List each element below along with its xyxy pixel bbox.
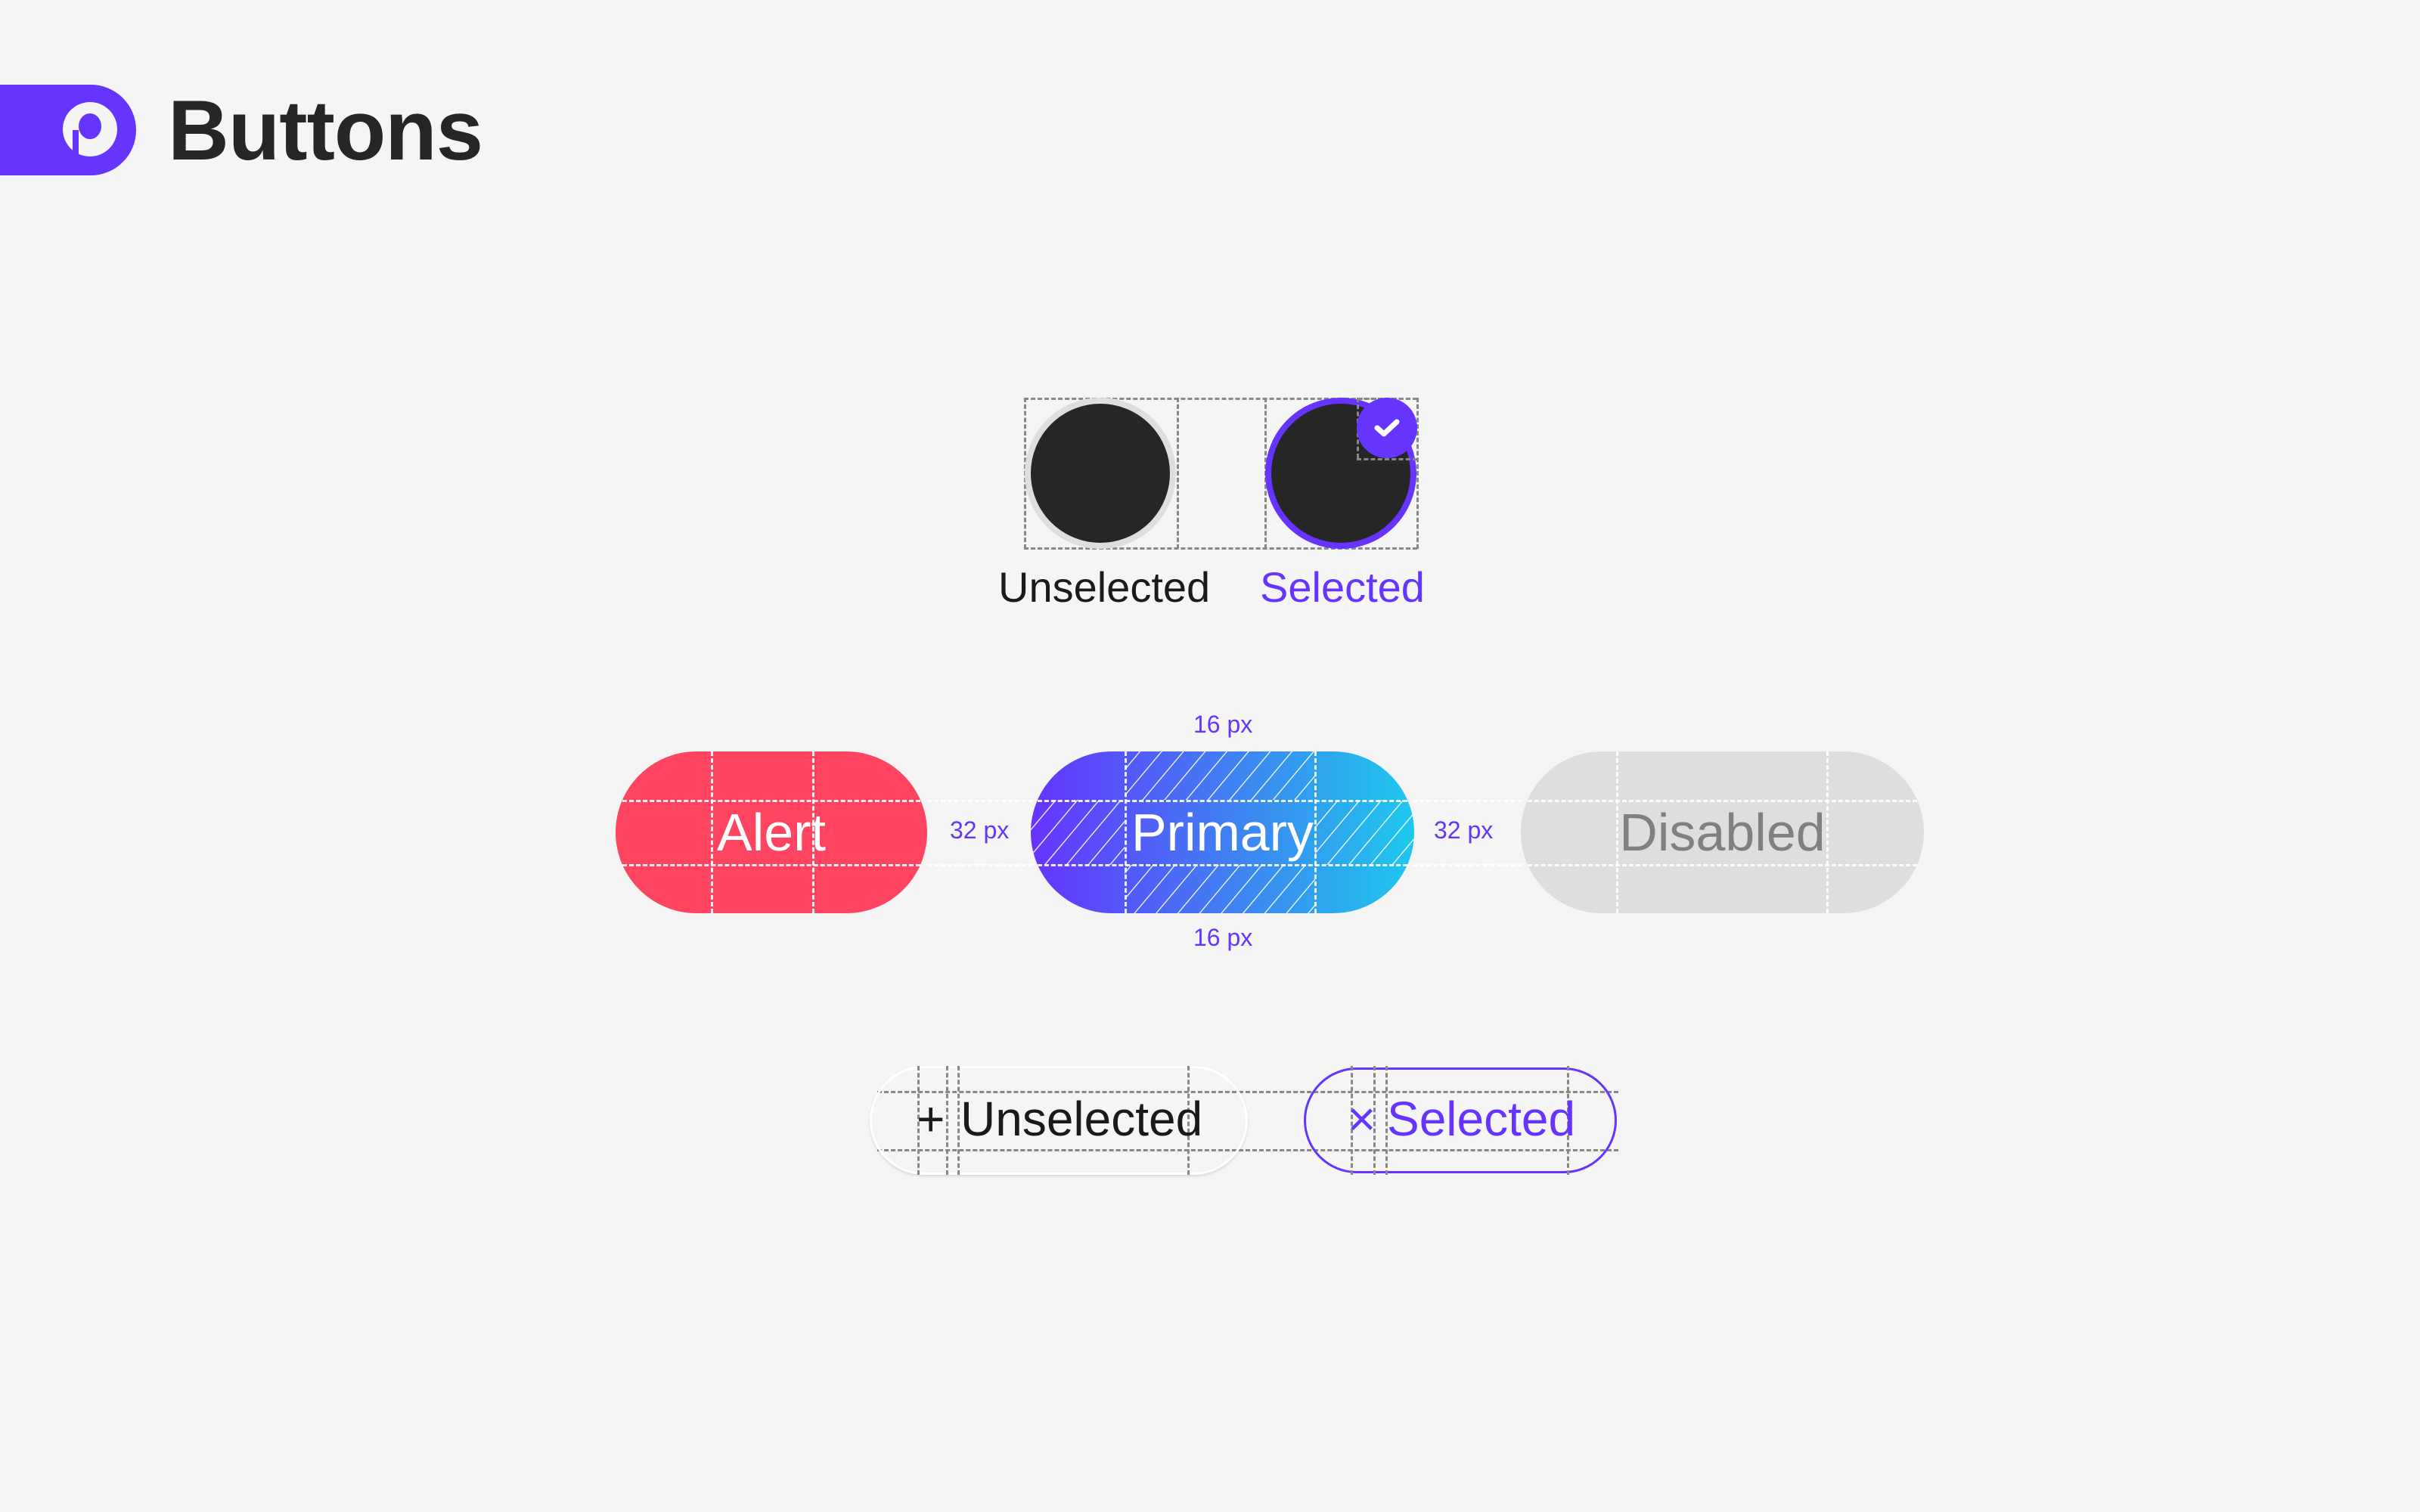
guide-line (927, 864, 1033, 866)
guide-line (957, 1066, 960, 1175)
chip-unselected-label: Unselected (960, 1092, 1203, 1146)
disabled-button: Disabled (1521, 751, 1924, 913)
guide-line (1416, 398, 1419, 549)
check-icon (1374, 419, 1400, 437)
guide-line (1177, 398, 1179, 549)
primary-button-label: Primary (1131, 803, 1314, 862)
primary-button[interactable]: Primary (1031, 751, 1414, 913)
plus-icon: + (917, 1092, 945, 1146)
guide-line (1357, 458, 1417, 460)
selected-badge (1357, 398, 1417, 458)
alert-button-label: Alert (717, 803, 826, 862)
disabled-button-label: Disabled (1619, 803, 1826, 862)
guide-line (1024, 547, 1417, 550)
guide-line (1413, 864, 1522, 866)
padding-top-label: 16 px (1193, 711, 1253, 738)
padding-bottom-label: 16 px (1193, 924, 1253, 951)
spacing-label-right: 32 px (1434, 816, 1494, 844)
alert-button[interactable]: Alert (616, 751, 927, 913)
spacing-label-left: 32 px (950, 816, 1010, 844)
avatar-unselected[interactable] (1025, 398, 1176, 549)
guide-line (1413, 800, 1522, 802)
guide-line (927, 800, 1033, 802)
close-icon[interactable]: × (1348, 1089, 1376, 1149)
brand-logo (0, 85, 136, 175)
page-title: Buttons (168, 83, 483, 178)
chip-selected-label: Selected (1387, 1092, 1576, 1146)
avatar-unselected-label: Unselected (998, 563, 1211, 611)
guide-line (946, 1066, 948, 1175)
brand-p-logo-icon (63, 102, 117, 156)
avatar-selected-label: Selected (1260, 563, 1425, 611)
